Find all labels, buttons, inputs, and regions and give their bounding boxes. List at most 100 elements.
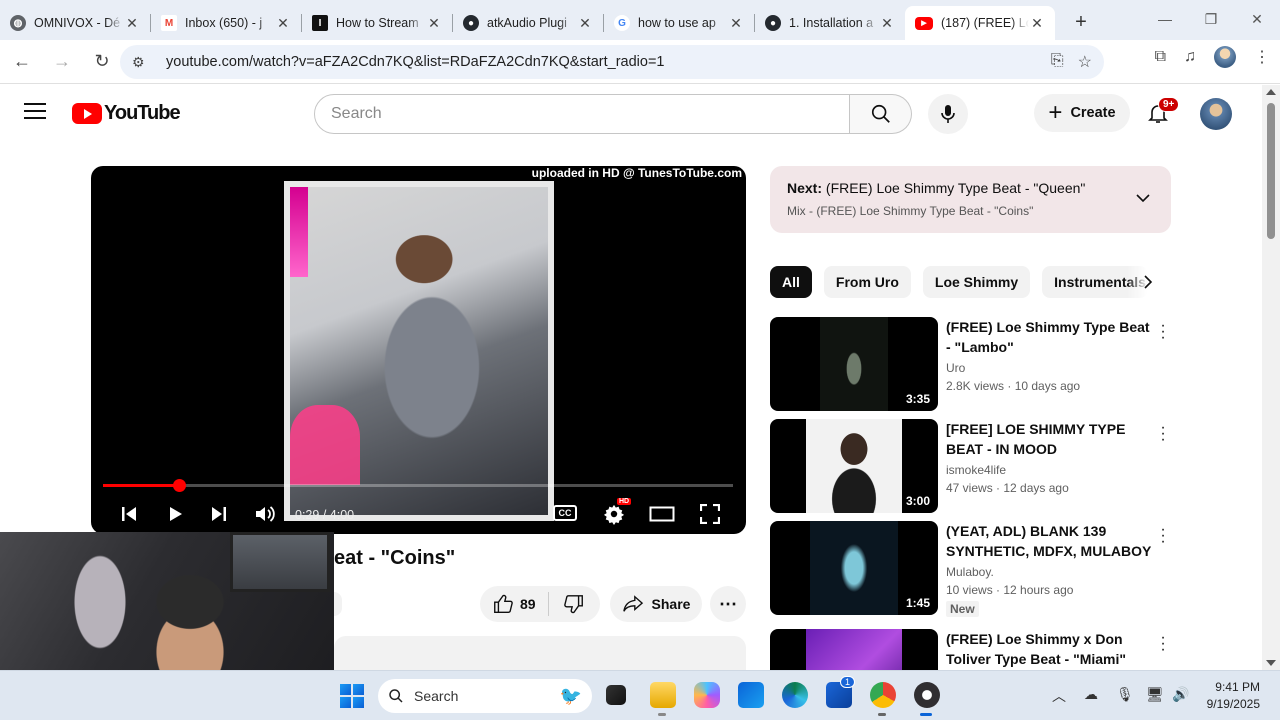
bookmark-star-icon[interactable]: ☆ (1078, 52, 1092, 72)
kebab-menu-icon[interactable]: · · · (1158, 522, 1168, 550)
browser-tab[interactable]: M Inbox (650) - j ✕ (151, 6, 301, 40)
install-app-icon[interactable]: ⎘ (1051, 52, 1064, 72)
next-icon[interactable] (205, 500, 233, 528)
video-thumbnail[interactable]: 3:35 (770, 317, 938, 411)
list-item[interactable]: 3:35 (FREE) Loe Shimmy Type Beat - "Lamb… (770, 317, 1180, 412)
channel-name[interactable]: ismoke4life (946, 463, 1156, 477)
video-player[interactable]: uploaded in HD @ TunesToTube.com 0:29 / … (91, 166, 746, 534)
video-thumbnail[interactable] (770, 629, 938, 670)
mic-tray-icon[interactable]: 🎙 (1116, 686, 1134, 703)
video-title[interactable]: [FREE] LOE SHIMMY TYPE BEAT - IN MOOD (946, 419, 1156, 459)
dislike-button[interactable] (549, 593, 599, 615)
chip-all[interactable]: All (770, 266, 812, 298)
scrubber-handle[interactable] (173, 479, 187, 492)
back-icon[interactable]: ← (4, 44, 40, 80)
list-item[interactable]: (FREE) Loe Shimmy x Don Toliver Type Bea… (770, 629, 1180, 670)
notifications-button[interactable]: 9+ (1146, 97, 1180, 127)
video-thumbnail[interactable]: 3:00 (770, 419, 938, 513)
new-tab-button[interactable]: + (1067, 8, 1095, 36)
progress-bar[interactable] (103, 479, 733, 492)
close-icon[interactable]: ✕ (1029, 15, 1045, 32)
chevron-right-icon[interactable] (1136, 266, 1160, 298)
browser-tab[interactable]: G how to use ap ✕ (604, 6, 754, 40)
tab-search-icon[interactable]: ⧉ (1155, 48, 1166, 66)
channel-name[interactable]: Uro (946, 361, 1156, 375)
subtitles-button[interactable]: CC (553, 505, 577, 521)
voice-search-button[interactable] (928, 94, 968, 134)
create-button[interactable]: + Create (1034, 94, 1130, 132)
address-bar[interactable]: ⚙ youtube.com/watch?v=aFZA2Cdn7KQ&list=R… (120, 45, 1104, 79)
more-actions-button[interactable]: ⋯ (710, 586, 746, 622)
file-explorer-icon[interactable] (650, 682, 676, 716)
copilot-icon[interactable] (694, 682, 720, 708)
profile-avatar[interactable] (1214, 46, 1236, 68)
scrollbar-thumb[interactable] (1267, 103, 1275, 239)
close-icon[interactable]: ✕ (124, 15, 140, 32)
site-info-icon[interactable]: ⚙ (132, 54, 152, 71)
chevron-up-icon[interactable]: ︿ (1052, 686, 1066, 706)
play-icon[interactable] (161, 500, 189, 528)
edge-icon[interactable] (782, 682, 808, 708)
filter-chips: All From Uro Loe Shimmy Instrumentals (770, 266, 1149, 298)
chevron-down-icon[interactable] (1135, 192, 1151, 204)
search-input[interactable]: Search (314, 94, 850, 134)
task-view-icon[interactable] (606, 685, 626, 705)
channel-name[interactable]: Mulaboy. (946, 565, 1156, 579)
close-icon[interactable]: ✕ (426, 15, 442, 32)
fullscreen-icon[interactable] (696, 500, 724, 528)
menu-icon[interactable] (24, 103, 46, 121)
like-button[interactable]: 89 (480, 592, 549, 616)
browser-tab-active[interactable]: ▶ (187) (FREE) Lo ✕ (905, 6, 1055, 40)
taskbar-search[interactable]: Search 🐦 (378, 679, 592, 713)
previous-icon[interactable] (115, 500, 143, 528)
close-window-icon[interactable]: ✕ (1234, 0, 1280, 38)
speaker-icon[interactable]: 🔊 (1172, 686, 1189, 703)
video-title[interactable]: (FREE) Loe Shimmy Type Beat - "Lambo" (946, 317, 1156, 357)
browser-tab[interactable]: ● 1. Installation a ✕ (755, 6, 905, 40)
settings-gear-icon[interactable]: HD (600, 498, 632, 528)
close-icon[interactable]: ✕ (577, 15, 593, 32)
kebab-menu-icon[interactable]: · · · (1158, 420, 1168, 448)
close-icon[interactable]: ✕ (275, 15, 291, 32)
chip-instrumentals[interactable]: Instrumentals (1042, 266, 1149, 298)
chrome-icon[interactable] (870, 682, 896, 716)
kebab-menu-icon[interactable]: · · · (1158, 630, 1168, 658)
minimize-icon[interactable]: — (1142, 0, 1188, 38)
chip-from-uro[interactable]: From Uro (823, 266, 911, 298)
outlook-icon[interactable] (738, 682, 764, 708)
onedrive-icon[interactable]: ☁ (1084, 686, 1098, 703)
browser-tab[interactable]: ● atkAudio Plugi ✕ (453, 6, 603, 40)
video-title[interactable]: (YEAT, ADL) BLANK 139 SYNTHETIC, MDFX, M… (946, 521, 1156, 561)
forward-icon[interactable]: → (44, 44, 80, 80)
windows-start-icon[interactable] (340, 684, 364, 708)
system-clock[interactable]: 9:41 PM 9/19/2025 (1198, 679, 1260, 713)
scroll-up-icon[interactable] (1266, 89, 1276, 95)
list-item[interactable]: 1:45 (YEAT, ADL) BLANK 139 SYNTHETIC, MD… (770, 521, 1180, 617)
reload-icon[interactable]: ↻ (84, 44, 120, 80)
scroll-down-icon[interactable] (1266, 660, 1276, 666)
share-button[interactable]: Share (610, 586, 702, 622)
account-avatar[interactable] (1200, 98, 1232, 130)
close-icon[interactable]: ✕ (728, 15, 744, 32)
store-icon[interactable]: 1 (826, 676, 856, 708)
playlist-next-panel[interactable]: Next: (FREE) Loe Shimmy Type Beat - "Que… (770, 166, 1171, 233)
page-scrollbar[interactable] (1262, 85, 1280, 670)
youtube-logo[interactable]: YouTube (72, 102, 181, 125)
browser-tab[interactable]: I How to Stream ✕ (302, 6, 452, 40)
list-item[interactable]: 3:00 [FREE] LOE SHIMMY TYPE BEAT - IN MO… (770, 419, 1180, 514)
network-icon[interactable]: 🖥 (1146, 686, 1164, 703)
menu-dots-icon[interactable]: ⋮ (1254, 47, 1270, 67)
video-title[interactable]: (FREE) Loe Shimmy x Don Toliver Type Bea… (946, 629, 1156, 669)
kebab-menu-icon[interactable]: · · · (1158, 318, 1168, 346)
search-button[interactable] (850, 94, 912, 134)
browser-tab[interactable]: ◍ OMNIVOX - Dé ✕ (0, 6, 150, 40)
obs-icon[interactable] (914, 682, 940, 716)
video-thumbnail[interactable]: 1:45 (770, 521, 938, 615)
restore-icon[interactable]: ❐ (1188, 0, 1234, 38)
close-icon[interactable]: ✕ (879, 15, 895, 32)
volume-icon[interactable] (251, 500, 279, 528)
media-controls-icon[interactable]: ♫ (1184, 48, 1196, 66)
theater-mode-icon[interactable] (648, 500, 676, 528)
chip-loe-shimmy[interactable]: Loe Shimmy (922, 266, 1031, 298)
github-icon: ● (765, 15, 781, 31)
